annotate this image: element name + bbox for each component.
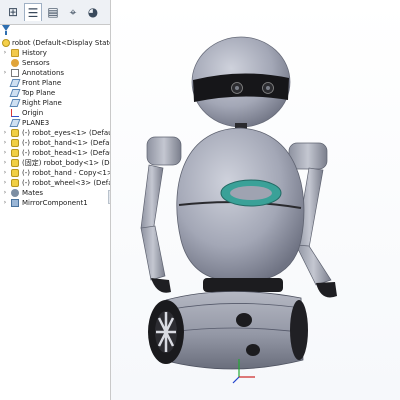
expand-arrow-icon[interactable]: › xyxy=(1,198,9,208)
part-icon xyxy=(11,129,19,137)
plane-icon xyxy=(9,89,21,97)
annotations-icon xyxy=(11,69,19,77)
feature-manager-panel: ⊞ ☰ ▤ ⌖ ◕ robot (Default<Display State-1>) ›… xyxy=(0,0,111,400)
tree-item[interactable]: › MirrorComponent1 xyxy=(0,198,110,208)
plane-icon xyxy=(9,79,21,87)
tree-item[interactable]: Sensors xyxy=(0,58,110,68)
graphics-viewport[interactable] xyxy=(111,0,400,400)
configuration-manager-tab[interactable]: ▤ xyxy=(44,3,62,21)
expand-arrow-icon[interactable]: › xyxy=(1,148,9,158)
tree-item-label: (-) robot_wheel<3> (Default<<D xyxy=(22,179,111,187)
body-base-ring xyxy=(203,278,283,292)
filter-icon-stem xyxy=(5,31,7,35)
robot-model[interactable] xyxy=(111,0,400,400)
property-manager-icon: ☰ xyxy=(27,5,39,20)
mirror-icon xyxy=(11,199,19,207)
tree-item[interactable]: › (-) robot_head<1> (Default<<De xyxy=(0,148,110,158)
tree-item-label: Front Plane xyxy=(22,79,62,87)
expand-arrow-icon[interactable]: › xyxy=(1,178,9,188)
feature-manager-icon: ⊞ xyxy=(7,5,19,19)
tree-item-label: (-) robot_hand - Copy<1> (Defau xyxy=(22,169,111,177)
tree-item[interactable]: › Annotations xyxy=(0,68,110,78)
tree-item[interactable]: › (-) robot_eyes<1> (Default<<De xyxy=(0,128,110,138)
tree-item-label: PLANE3 xyxy=(22,119,50,127)
tree-item[interactable]: › Mates xyxy=(0,188,110,198)
tree-root[interactable]: robot (Default<Display State-1>) xyxy=(0,38,110,48)
plane-icon xyxy=(9,99,21,107)
tree-item[interactable]: › (-) robot_hand - Copy<1> (Defau xyxy=(0,168,110,178)
sensor-icon xyxy=(11,59,19,67)
expand-arrow-icon[interactable]: › xyxy=(1,48,9,58)
part-icon xyxy=(11,149,19,157)
tree-item[interactable]: Right Plane xyxy=(0,98,110,108)
tree-item[interactable]: PLANE3 xyxy=(0,118,110,128)
filter-row[interactable] xyxy=(0,25,110,37)
part-icon xyxy=(11,179,19,187)
robot-left-arm[interactable] xyxy=(140,136,182,293)
tree-item-label: Sensors xyxy=(22,59,50,67)
tree-item[interactable]: Top Plane xyxy=(0,88,110,98)
tree-item-label: (-) robot_head<1> (Default<<De xyxy=(22,149,110,157)
tree-item[interactable]: Origin xyxy=(0,108,110,118)
plane-icon xyxy=(9,119,21,127)
tree-item-label: (固定) robot_body<1> (Default< xyxy=(22,159,110,167)
right-wheel xyxy=(290,300,308,360)
robot-wheel-base[interactable] xyxy=(148,291,308,370)
dimxpert-manager-tab[interactable]: ⌖ xyxy=(64,3,82,21)
tree-item[interactable]: › (-) robot_hand<1> (Default<<De xyxy=(0,138,110,148)
tree-item-label: History xyxy=(22,49,47,57)
tree-item-label: Mates xyxy=(22,189,44,197)
dimxpert-manager-icon: ⌖ xyxy=(69,5,77,19)
expand-arrow-icon[interactable]: › xyxy=(1,68,9,78)
expand-arrow-icon[interactable]: › xyxy=(1,138,9,148)
part-icon xyxy=(11,169,19,177)
tree-root-label: robot (Default<Display State-1>) xyxy=(12,39,110,47)
tree-item-label: Origin xyxy=(22,109,44,117)
part-icon xyxy=(11,139,19,147)
tree-item[interactable]: › (固定) robot_body<1> (Default< xyxy=(0,158,110,168)
expand-arrow-icon[interactable]: › xyxy=(1,188,9,198)
expand-arrow-icon[interactable]: › xyxy=(1,168,9,178)
tree-item-label: (-) robot_eyes<1> (Default<<De xyxy=(22,129,111,137)
display-manager-tab[interactable]: ◕ xyxy=(84,3,102,21)
tree-item[interactable]: › History xyxy=(0,48,110,58)
folder-icon xyxy=(11,49,19,57)
origin-icon xyxy=(11,109,19,117)
tree-item-label: MirrorComponent1 xyxy=(22,199,88,207)
tree-item-label: (-) robot_hand<1> (Default<<De xyxy=(22,139,110,147)
tree-item[interactable]: › (-) robot_wheel<3> (Default<<D xyxy=(0,178,110,188)
tree-item[interactable]: Front Plane xyxy=(0,78,110,88)
robot-head[interactable] xyxy=(191,36,291,133)
mates-icon xyxy=(11,189,19,197)
assembly-icon xyxy=(2,39,10,47)
expand-arrow-icon[interactable]: › xyxy=(1,128,9,138)
robot-body[interactable] xyxy=(176,127,305,292)
tree-item-label: Annotations xyxy=(22,69,65,77)
configuration-manager-icon: ▤ xyxy=(47,5,59,19)
display-manager-icon: ◕ xyxy=(87,5,99,19)
axis-triad-icon xyxy=(232,359,255,384)
part-icon xyxy=(11,159,19,167)
tree-item-label: Top Plane xyxy=(22,89,56,97)
tree-item-label: Right Plane xyxy=(22,99,62,107)
panel-tab-bar: ⊞ ☰ ▤ ⌖ ◕ xyxy=(0,0,110,25)
feature-manager-tab[interactable]: ⊞ xyxy=(4,3,22,21)
expand-arrow-icon[interactable]: › xyxy=(1,158,9,168)
property-manager-tab[interactable]: ☰ xyxy=(24,3,42,21)
